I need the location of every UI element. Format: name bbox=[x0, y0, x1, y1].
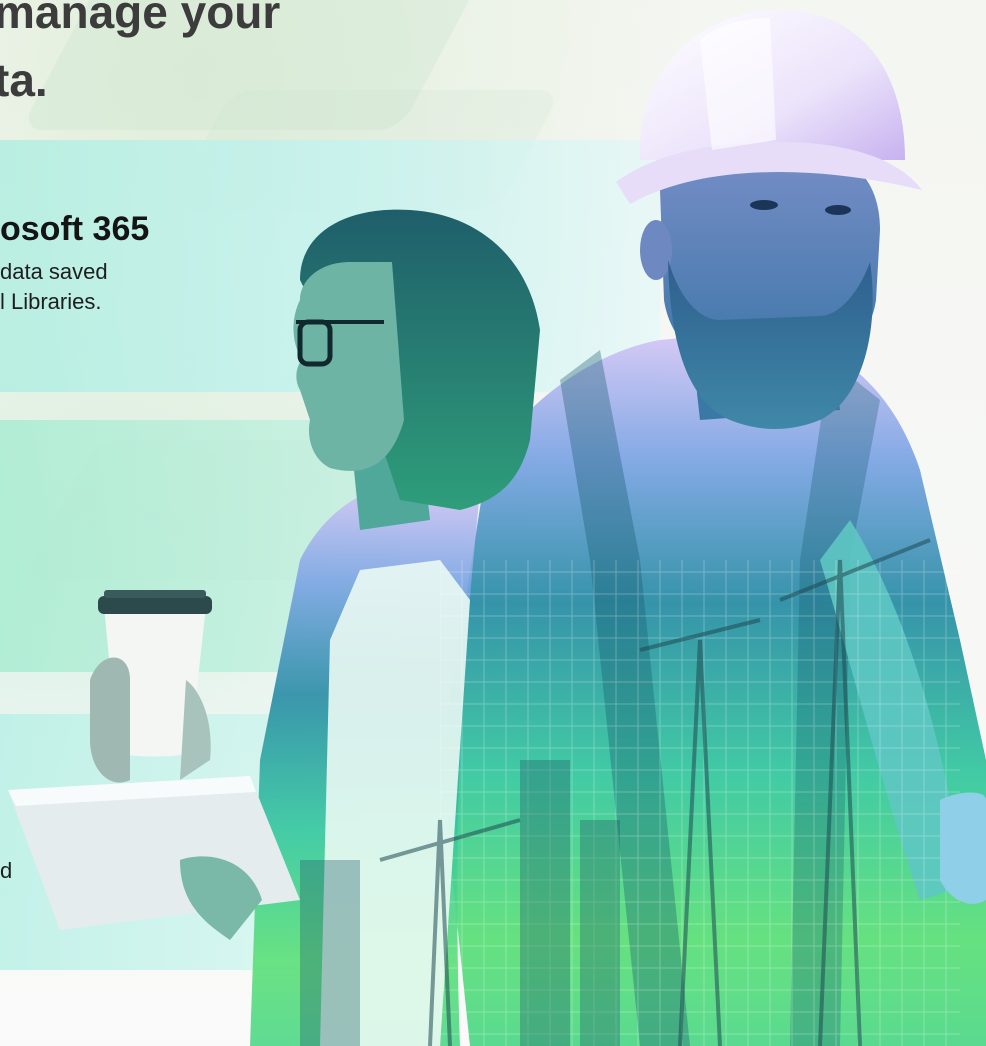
hero-photo bbox=[8, 10, 986, 1046]
